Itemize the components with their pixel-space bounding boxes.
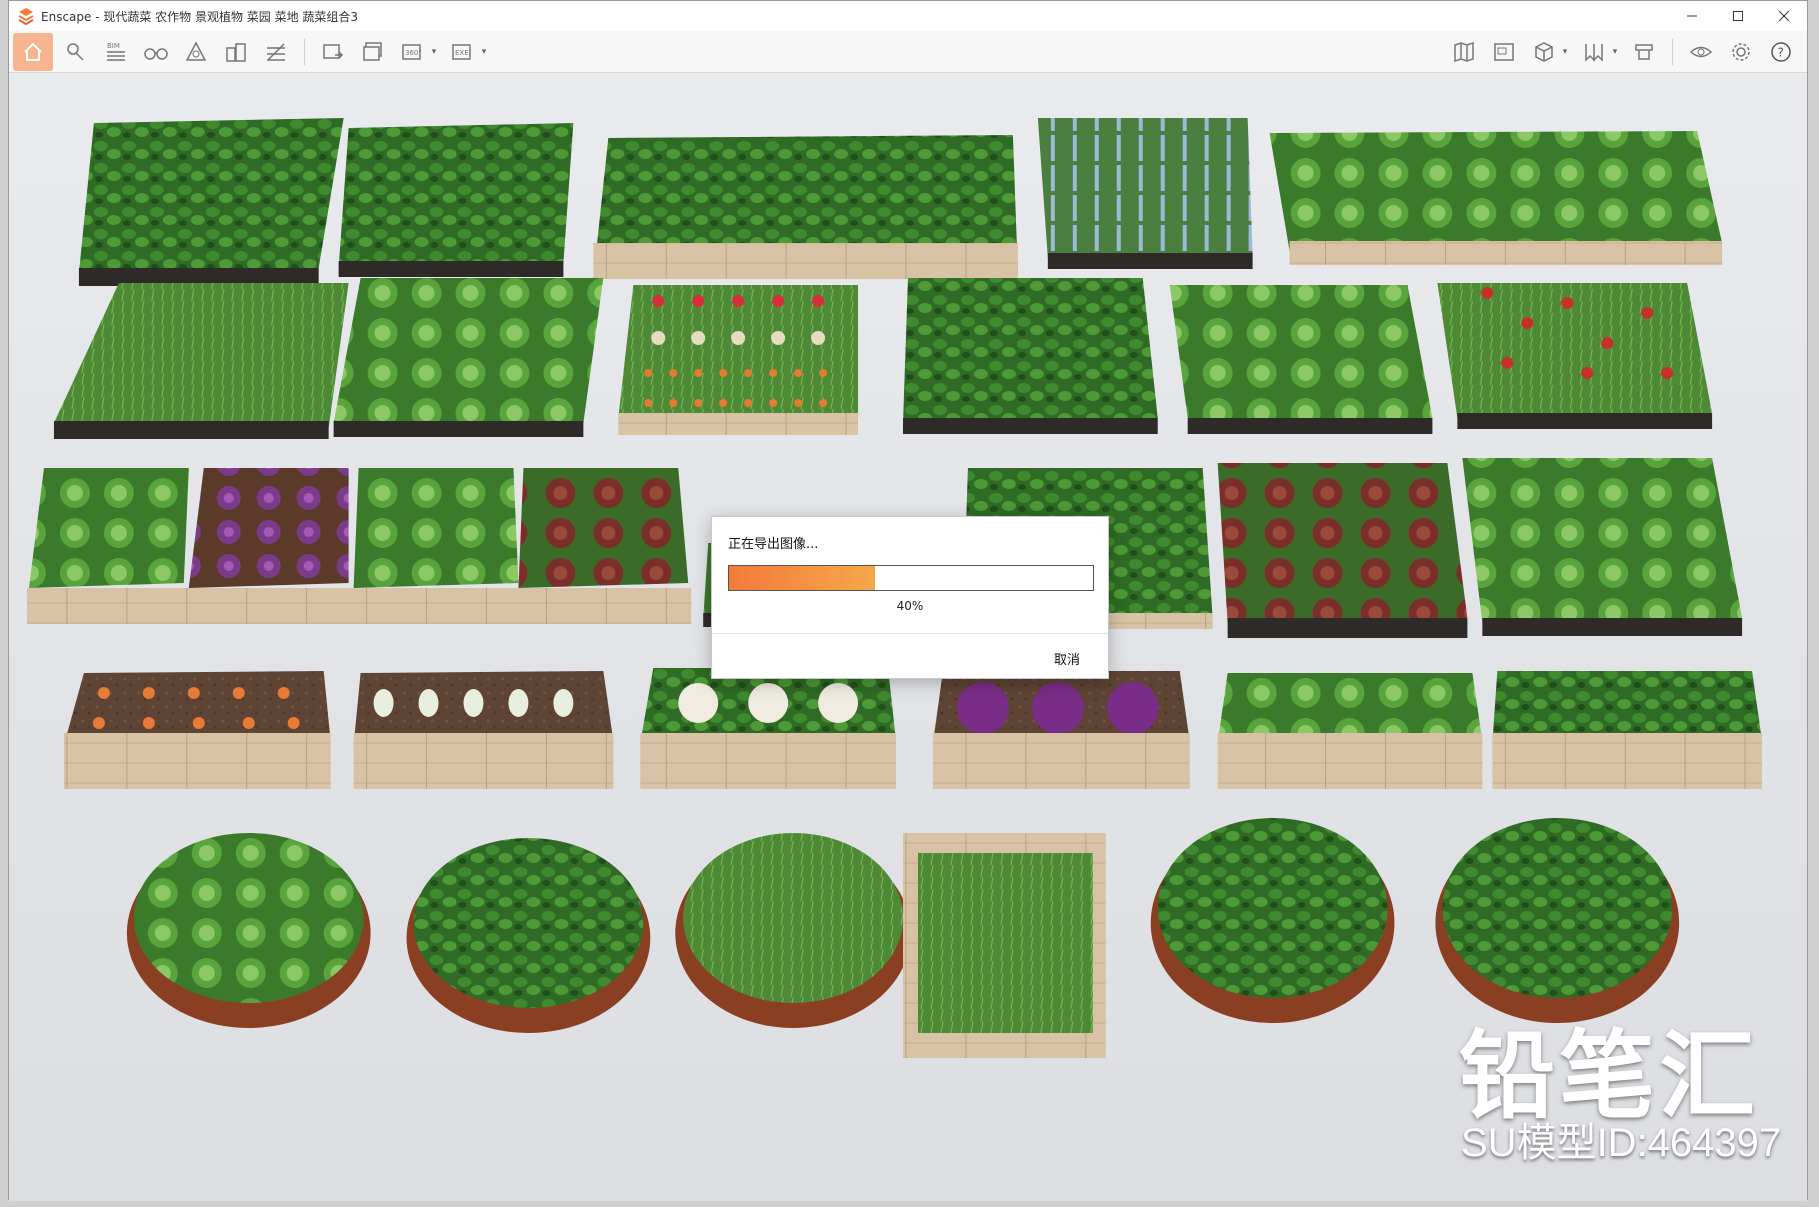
export-exe-button[interactable]: EXE xyxy=(446,35,480,69)
map-icon xyxy=(1454,41,1474,63)
dialog-divider xyxy=(712,633,1108,634)
batch-render-icon xyxy=(363,41,382,61)
panorama-360-icon: 360° xyxy=(402,43,422,60)
eye-icon xyxy=(1689,46,1713,58)
help-icon: ? xyxy=(1771,42,1791,62)
render-view-icon xyxy=(1494,43,1514,61)
toolbar-separator xyxy=(1672,39,1673,65)
maximize-button[interactable] xyxy=(1715,1,1761,31)
bookmarks-button[interactable] xyxy=(1577,35,1611,69)
eye-button[interactable] xyxy=(1684,35,1718,69)
home-icon xyxy=(24,42,42,61)
cube-dropdown-chevron-down-icon[interactable]: ▾ xyxy=(1560,35,1570,69)
map-button[interactable] xyxy=(1447,35,1481,69)
window-title: Enscape - 现代蔬菜 农作物 景观植物 菜园 菜地 蔬菜组合3 xyxy=(41,9,359,24)
bim-button[interactable]: BIM xyxy=(99,35,133,69)
visual-settings-button[interactable] xyxy=(1627,35,1661,69)
map-pin-icon xyxy=(67,42,84,61)
enscape-logo-icon xyxy=(18,8,34,25)
close-button[interactable] xyxy=(1761,1,1807,31)
binoculars-icon xyxy=(144,47,168,60)
bim-label: BIM xyxy=(107,42,120,50)
gear-icon xyxy=(1732,43,1750,61)
close-icon xyxy=(1778,10,1790,22)
home-button[interactable] xyxy=(13,32,53,71)
panorama-label: 360° xyxy=(405,49,422,57)
bookmarks-dropdown-chevron-down-icon[interactable]: ▾ xyxy=(1610,35,1620,69)
buildings-icon xyxy=(226,42,246,62)
cube-view-button[interactable] xyxy=(1527,35,1561,69)
render-view-button[interactable] xyxy=(1487,35,1521,69)
panorama-dropdown-chevron-down-icon[interactable]: ▾ xyxy=(429,35,439,69)
bookmarks-icon xyxy=(1585,44,1603,62)
bim-icon: BIM xyxy=(107,42,125,61)
title-bar: Enscape - 现代蔬菜 农作物 景观植物 菜园 菜地 蔬菜组合3 xyxy=(9,1,1807,31)
export-progress-bar xyxy=(728,565,1094,591)
binoculars-button[interactable] xyxy=(139,35,173,69)
export-dropdown-chevron-down-icon[interactable]: ▾ xyxy=(479,35,489,69)
help-button[interactable]: ? xyxy=(1764,35,1798,69)
toolbar-separator xyxy=(304,38,305,65)
export-exe-icon: EXE xyxy=(452,43,471,60)
asset-library-button[interactable] xyxy=(179,35,213,69)
visual-settings-icon xyxy=(1635,44,1653,60)
exe-label: EXE xyxy=(455,49,469,57)
settings-button[interactable] xyxy=(1724,35,1758,69)
screenshot-icon xyxy=(323,43,344,59)
section-icon xyxy=(267,42,285,61)
maximize-icon xyxy=(1733,11,1743,21)
cancel-button[interactable]: 取消 xyxy=(1054,649,1080,668)
cube-icon xyxy=(1535,42,1553,62)
svg-text:?: ? xyxy=(1778,46,1784,60)
dialog-title: 正在导出图像... xyxy=(728,537,819,552)
progress-fill xyxy=(729,566,875,590)
section-button[interactable] xyxy=(259,35,293,69)
batch-render-button[interactable] xyxy=(356,35,390,69)
main-toolbar: BIM 360° ▾ EXE ▾ ▾ ▾ ? xyxy=(9,31,1807,102)
buildings-button[interactable] xyxy=(219,35,253,69)
export-progress-dialog: 正在导出图像... 40% 取消 xyxy=(711,516,1109,679)
minimize-icon xyxy=(1687,15,1697,17)
progress-percent-text: 40% xyxy=(896,599,924,613)
watermark-model-id: SU模型ID:464397 xyxy=(1461,1121,1782,1165)
location-button[interactable] xyxy=(59,35,93,69)
screenshot-button[interactable] xyxy=(316,35,350,69)
panorama-button[interactable]: 360° xyxy=(396,35,430,69)
enscape-window: Enscape - 现代蔬菜 农作物 景观植物 菜园 菜地 蔬菜组合3 BIM … xyxy=(8,0,1808,1201)
asset-library-icon xyxy=(185,40,207,61)
minimize-button[interactable] xyxy=(1669,1,1715,31)
